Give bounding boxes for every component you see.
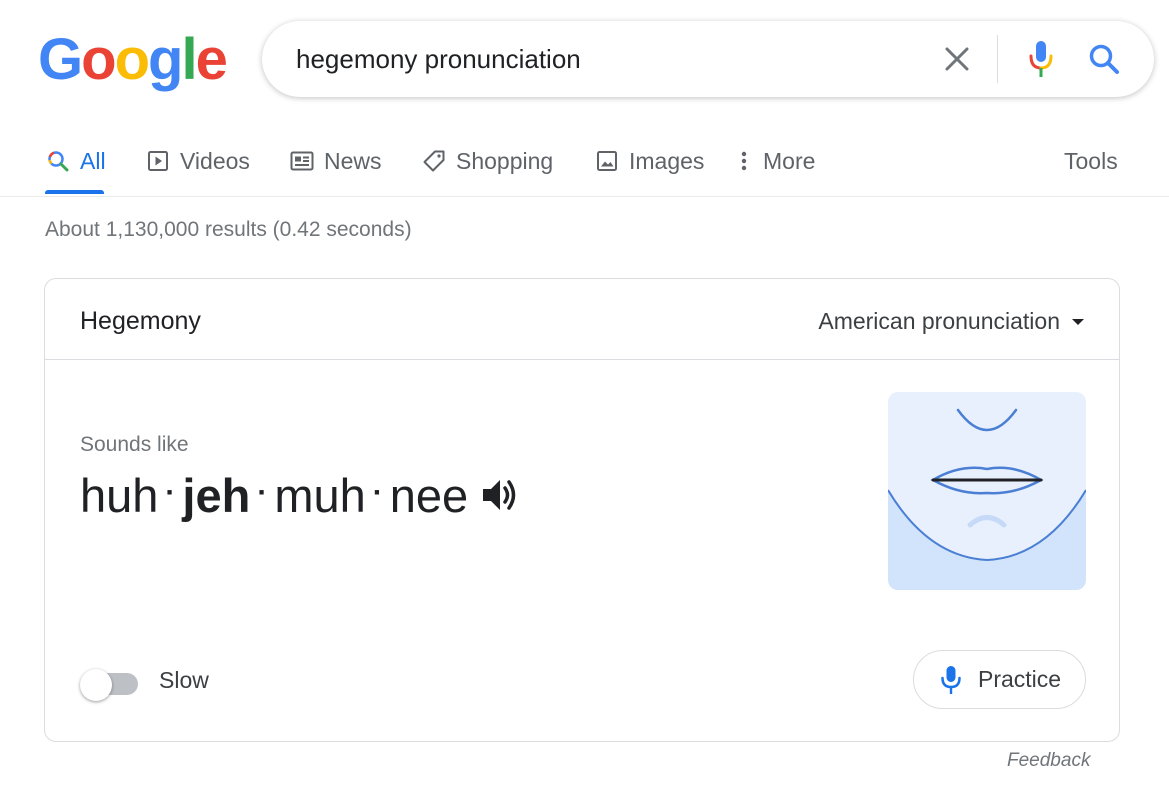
- search-input[interactable]: [296, 41, 916, 77]
- play-icon: [145, 148, 171, 174]
- syllable: huh: [80, 468, 159, 522]
- google-logo[interactable]: Google: [38, 27, 228, 92]
- logo-letter-l: l: [181, 27, 197, 92]
- toggle-knob: [80, 669, 112, 701]
- tag-icon: [421, 148, 447, 174]
- mouth-illustration: [888, 392, 1086, 590]
- tab-images[interactable]: Images: [594, 143, 704, 179]
- syllable-stressed: jeh: [182, 468, 251, 522]
- search-icon: [1089, 44, 1119, 74]
- search-submit-button[interactable]: [1086, 41, 1122, 77]
- tab-videos-label: Videos: [180, 147, 250, 174]
- image-icon: [594, 148, 620, 174]
- play-pronunciation-button[interactable]: [480, 475, 520, 515]
- tab-all[interactable]: All: [45, 143, 106, 179]
- logo-letter-e: e: [195, 27, 228, 92]
- tab-all-label: All: [80, 147, 106, 174]
- card-header: Hegemony American pronunciation: [45, 279, 1119, 360]
- searchbox-divider: [997, 35, 998, 83]
- microphone-icon: [940, 665, 962, 695]
- syllable-separator: ·: [257, 476, 268, 509]
- logo-letter-g1: G: [38, 27, 83, 92]
- tab-videos[interactable]: Videos: [145, 143, 250, 179]
- feedback-link[interactable]: Feedback: [1007, 750, 1090, 772]
- syllable: muh: [274, 468, 366, 522]
- search-box: [262, 21, 1154, 97]
- syllable-separator: ·: [165, 476, 176, 509]
- pronunciation-card: Hegemony American pronunciation Sounds l…: [44, 278, 1120, 742]
- caret-down-icon: [1072, 318, 1084, 325]
- tab-shopping[interactable]: Shopping: [421, 143, 553, 179]
- tab-images-label: Images: [629, 147, 705, 174]
- tools-button[interactable]: Tools: [1064, 143, 1118, 179]
- microphone-icon: [1029, 41, 1053, 77]
- voice-search-button[interactable]: [1022, 39, 1060, 79]
- accent-dropdown[interactable]: American pronunciation: [818, 308, 1084, 335]
- search-tabs: All Videos News Shopping Images More Too…: [0, 130, 1169, 197]
- close-icon: [945, 47, 969, 71]
- tab-news[interactable]: News: [289, 143, 382, 179]
- newspaper-icon: [289, 148, 315, 174]
- slow-toggle[interactable]: [80, 667, 140, 701]
- accent-dropdown-label: American pronunciation: [818, 308, 1060, 334]
- tab-more[interactable]: More: [736, 143, 815, 179]
- tab-news-label: News: [324, 147, 382, 174]
- result-stats: About 1,130,000 results (0.42 seconds): [45, 218, 412, 241]
- speaker-icon: [483, 480, 516, 510]
- word-title: Hegemony: [80, 307, 201, 335]
- phonetic-spelling: huh · jeh · muh · nee: [80, 467, 520, 523]
- syllable-separator: ·: [372, 476, 383, 509]
- logo-letter-g2: g: [148, 27, 183, 92]
- more-vertical-icon: [736, 148, 752, 174]
- logo-letter-o2: o: [114, 27, 150, 92]
- practice-button[interactable]: Practice: [913, 650, 1086, 709]
- tab-more-label: More: [763, 147, 816, 174]
- syllable: nee: [389, 468, 469, 522]
- sounds-like-label: Sounds like: [80, 433, 189, 456]
- search-icon: [45, 148, 71, 174]
- active-tab-indicator: [45, 190, 104, 194]
- clear-search-button[interactable]: [940, 42, 974, 76]
- slow-label: Slow: [159, 667, 209, 693]
- tab-shopping-label: Shopping: [456, 147, 554, 174]
- practice-button-label: Practice: [978, 666, 1062, 692]
- logo-letter-o1: o: [81, 27, 116, 92]
